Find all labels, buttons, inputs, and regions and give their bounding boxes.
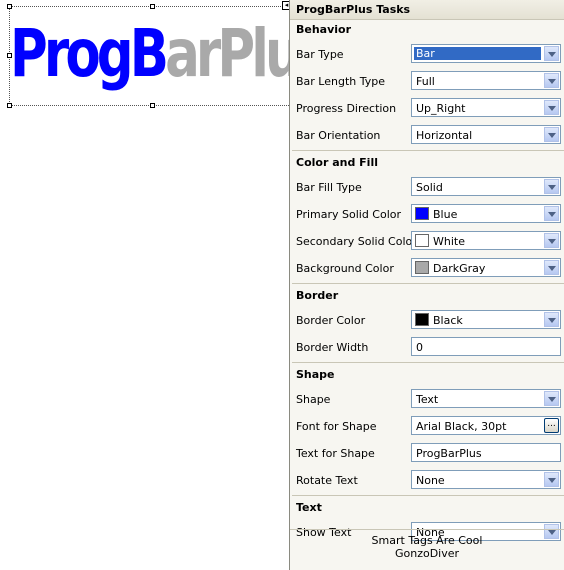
footer-line-2: GonzoDiver (394, 547, 460, 560)
chevron-down-icon[interactable] (544, 312, 559, 327)
bar-fill-type-label: Bar Fill Type (296, 181, 362, 194)
row-bar-orientation: Bar Orientation Horizontal (290, 121, 564, 148)
text-for-shape-input[interactable]: ProgBarPlus (411, 443, 561, 462)
bar-type-dropdown[interactable]: Bar (411, 44, 561, 63)
section-shape-title: Shape (296, 368, 335, 381)
bar-fill-type-value: Solid (416, 181, 443, 194)
chevron-down-icon[interactable] (544, 472, 559, 487)
font-for-shape-field[interactable]: Arial Black, 30pt ... (411, 416, 561, 435)
primary-solid-color-value: Blue (433, 208, 458, 221)
background-color-value: DarkGray (433, 262, 486, 275)
border-color-value: Black (433, 314, 463, 327)
selection-frame (9, 6, 305, 106)
chevron-down-icon[interactable] (544, 260, 559, 275)
font-picker-button[interactable]: ... (544, 418, 559, 433)
chevron-down-icon[interactable] (544, 127, 559, 142)
border-color-dropdown[interactable]: Black (411, 310, 561, 329)
border-width-value: 0 (416, 341, 423, 354)
chevron-down-icon[interactable] (544, 233, 559, 248)
footer-line-1: Smart Tags Are Cool (371, 534, 483, 547)
tasks-panel: ProgBarPlus Tasks Behavior Bar Type Bar … (289, 0, 564, 570)
text-for-shape-value: ProgBarPlus (416, 447, 482, 460)
section-divider (292, 495, 564, 496)
background-color-dropdown[interactable]: DarkGray (411, 258, 561, 277)
row-bar-length-type: Bar Length Type Full (290, 67, 564, 94)
resize-handle-middle-left[interactable] (7, 53, 12, 58)
section-divider (292, 362, 564, 363)
section-border-title: Border (296, 289, 339, 302)
chevron-down-icon[interactable] (544, 73, 559, 88)
designer-canvas: ProgBarPlus ◂ (0, 0, 328, 570)
color-swatch (415, 313, 429, 326)
secondary-solid-color-value: White (433, 235, 465, 248)
row-shape: Shape Text (290, 385, 564, 412)
bar-fill-type-dropdown[interactable]: Solid (411, 177, 561, 196)
rotate-text-label: Rotate Text (296, 474, 358, 487)
chevron-down-icon[interactable] (544, 391, 559, 406)
row-text-for-shape: Text for Shape ProgBarPlus (290, 439, 564, 466)
rotate-text-dropdown[interactable]: None (411, 470, 561, 489)
bar-length-type-dropdown[interactable]: Full (411, 71, 561, 90)
bar-type-label: Bar Type (296, 48, 344, 61)
section-color-fill-title: Color and Fill (296, 156, 378, 169)
row-border-width: Border Width 0 (290, 333, 564, 360)
secondary-solid-color-dropdown[interactable]: White (411, 231, 561, 250)
row-background-color: Background Color DarkGray (290, 254, 564, 281)
row-bar-type: Bar Type Bar (290, 40, 564, 67)
row-secondary-solid-color: Secondary Solid Color White (290, 227, 564, 254)
progress-direction-value: Up_Right (416, 102, 466, 115)
resize-handle-bottom-center[interactable] (150, 103, 155, 108)
section-text-title: Text (296, 501, 322, 514)
resize-handle-top-left[interactable] (7, 4, 12, 9)
panel-footer: Smart Tags Are Cool GonzoDiver (290, 529, 564, 570)
bar-orientation-label: Bar Orientation (296, 129, 381, 142)
color-swatch (415, 234, 429, 247)
section-divider (292, 150, 564, 151)
primary-solid-color-dropdown[interactable]: Blue (411, 204, 561, 223)
resize-handle-top-center[interactable] (150, 4, 155, 9)
resize-handle-bottom-left[interactable] (7, 103, 12, 108)
row-primary-solid-color: Primary Solid Color Blue (290, 200, 564, 227)
progress-direction-label: Progress Direction (296, 102, 397, 115)
row-border-color: Border Color Black (290, 306, 564, 333)
panel-title: ProgBarPlus Tasks (290, 0, 564, 20)
row-rotate-text: Rotate Text None (290, 466, 564, 493)
secondary-solid-color-label: Secondary Solid Color (296, 235, 417, 248)
font-for-shape-value: Arial Black, 30pt (416, 420, 507, 433)
section-behavior-title: Behavior (296, 23, 352, 36)
chevron-down-icon[interactable] (544, 179, 559, 194)
bar-length-type-label: Bar Length Type (296, 75, 386, 88)
chevron-down-icon[interactable] (544, 100, 559, 115)
background-color-label: Background Color (296, 262, 394, 275)
shape-value: Text (416, 393, 439, 406)
chevron-down-icon[interactable] (544, 206, 559, 221)
border-color-label: Border Color (296, 314, 366, 327)
shape-dropdown[interactable]: Text (411, 389, 561, 408)
rotate-text-value: None (416, 474, 445, 487)
row-bar-fill-type: Bar Fill Type Solid (290, 173, 564, 200)
bar-type-value: Bar (414, 47, 541, 60)
chevron-down-icon[interactable] (544, 46, 559, 61)
bar-length-type-value: Full (416, 75, 435, 88)
color-swatch (415, 207, 429, 220)
shape-label: Shape (296, 393, 331, 406)
progress-direction-dropdown[interactable]: Up_Right (411, 98, 561, 117)
row-progress-direction: Progress Direction Up_Right (290, 94, 564, 121)
border-width-label: Border Width (296, 341, 369, 354)
font-for-shape-label: Font for Shape (296, 420, 377, 433)
color-swatch (415, 261, 429, 274)
bar-orientation-value: Horizontal (416, 129, 473, 142)
primary-solid-color-label: Primary Solid Color (296, 208, 402, 221)
row-font-for-shape: Font for Shape Arial Black, 30pt ... (290, 412, 564, 439)
section-divider (292, 283, 564, 284)
text-for-shape-label: Text for Shape (296, 447, 375, 460)
bar-orientation-dropdown[interactable]: Horizontal (411, 125, 561, 144)
border-width-input[interactable]: 0 (411, 337, 561, 356)
